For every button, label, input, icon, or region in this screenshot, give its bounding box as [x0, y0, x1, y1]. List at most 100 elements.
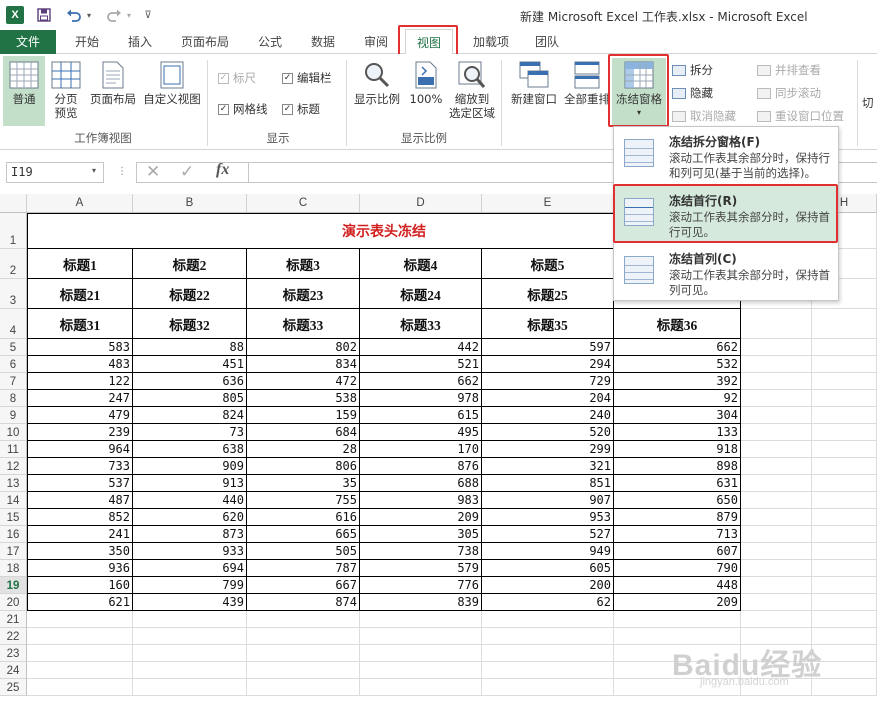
data-cell[interactable]: 799 [133, 577, 247, 594]
grid-cell[interactable] [482, 611, 614, 628]
data-cell[interactable]: 729 [482, 373, 614, 390]
headings-checkbox[interactable]: ✓ 标题 [282, 101, 320, 117]
grid-cell[interactable] [741, 373, 812, 390]
name-box-dropdown-icon[interactable]: ▾ [92, 166, 96, 175]
customize-quick-access-icon[interactable]: ⊽ [142, 7, 154, 23]
row-header[interactable]: 10 [0, 424, 27, 441]
page-layout-view-button[interactable]: 页面布局 [87, 61, 139, 106]
data-cell[interactable]: 662 [360, 373, 482, 390]
data-cell[interactable]: 483 [27, 356, 133, 373]
grid-cell[interactable] [360, 611, 482, 628]
row-header[interactable]: 14 [0, 492, 27, 509]
data-cell[interactable]: 933 [133, 543, 247, 560]
data-cell[interactable]: 834 [247, 356, 360, 373]
data-cell[interactable]: 852 [27, 509, 133, 526]
data-cell[interactable]: 160 [27, 577, 133, 594]
grid-cell[interactable] [482, 662, 614, 679]
header-cell[interactable]: 标题31 [27, 309, 133, 339]
data-cell[interactable]: 650 [614, 492, 741, 509]
grid-cell[interactable] [741, 424, 812, 441]
row-header[interactable]: 1 [0, 213, 27, 249]
row-header[interactable]: 3 [0, 279, 27, 309]
data-cell[interactable]: 873 [133, 526, 247, 543]
row-header[interactable]: 5 [0, 339, 27, 356]
data-cell[interactable]: 442 [360, 339, 482, 356]
data-cell[interactable]: 527 [482, 526, 614, 543]
header-cell[interactable]: 标题25 [482, 279, 614, 309]
grid-cell[interactable] [812, 543, 877, 560]
row-header[interactable]: 19 [0, 577, 27, 594]
data-cell[interactable]: 583 [27, 339, 133, 356]
grid-cell[interactable] [482, 645, 614, 662]
grid-cell[interactable] [812, 611, 877, 628]
data-cell[interactable]: 62 [482, 594, 614, 611]
data-cell[interactable]: 638 [133, 441, 247, 458]
data-cell[interactable]: 28 [247, 441, 360, 458]
data-cell[interactable]: 495 [360, 424, 482, 441]
formula-bar-checkbox[interactable]: ✓ 编辑栏 [282, 70, 332, 86]
custom-view-button[interactable]: 自定义视图 [141, 61, 203, 106]
row-header[interactable]: 22 [0, 628, 27, 645]
grid-cell[interactable] [27, 611, 133, 628]
grid-cell[interactable] [482, 628, 614, 645]
data-cell[interactable]: 321 [482, 458, 614, 475]
grid-cell[interactable] [812, 424, 877, 441]
row-header[interactable]: 17 [0, 543, 27, 560]
grid-cell[interactable] [27, 628, 133, 645]
data-cell[interactable]: 876 [360, 458, 482, 475]
data-cell[interactable]: 200 [482, 577, 614, 594]
grid-cell[interactable] [812, 339, 877, 356]
grid-cell[interactable] [27, 662, 133, 679]
data-cell[interactable]: 874 [247, 594, 360, 611]
header-cell[interactable]: 标题33 [360, 309, 482, 339]
data-cell[interactable]: 520 [482, 424, 614, 441]
data-cell[interactable]: 472 [247, 373, 360, 390]
grid-cell[interactable] [812, 509, 877, 526]
data-cell[interactable]: 597 [482, 339, 614, 356]
data-cell[interactable]: 802 [247, 339, 360, 356]
select-all-corner[interactable] [0, 194, 27, 213]
data-cell[interactable]: 73 [133, 424, 247, 441]
row-header[interactable]: 12 [0, 458, 27, 475]
data-cell[interactable]: 204 [482, 390, 614, 407]
row-header[interactable]: 13 [0, 475, 27, 492]
tab-file[interactable]: 文件 [0, 30, 56, 54]
header-cell[interactable]: 标题4 [360, 249, 482, 279]
data-cell[interactable]: 667 [247, 577, 360, 594]
data-cell[interactable]: 636 [133, 373, 247, 390]
row-header[interactable]: 16 [0, 526, 27, 543]
data-cell[interactable]: 479 [27, 407, 133, 424]
data-cell[interactable]: 964 [27, 441, 133, 458]
data-cell[interactable]: 607 [614, 543, 741, 560]
header-cell[interactable]: 标题2 [133, 249, 247, 279]
data-cell[interactable]: 806 [247, 458, 360, 475]
undo-dropdown-icon[interactable]: ▾ [84, 7, 94, 23]
arrange-all-button[interactable]: 全部重排 [561, 61, 613, 106]
data-cell[interactable]: 392 [614, 373, 741, 390]
header-cell[interactable]: 标题22 [133, 279, 247, 309]
data-cell[interactable]: 879 [614, 509, 741, 526]
data-cell[interactable]: 851 [482, 475, 614, 492]
grid-cell[interactable] [812, 458, 877, 475]
column-header[interactable]: A [27, 194, 133, 213]
name-box[interactable]: I19 [6, 162, 104, 183]
grid-cell[interactable] [741, 611, 812, 628]
data-cell[interactable]: 824 [133, 407, 247, 424]
data-cell[interactable]: 35 [247, 475, 360, 492]
grid-cell[interactable] [133, 662, 247, 679]
zoom-100-button[interactable]: 100% [406, 61, 446, 106]
data-cell[interactable]: 350 [27, 543, 133, 560]
header-cell[interactable]: 标题1 [27, 249, 133, 279]
grid-cell[interactable] [133, 679, 247, 696]
grid-cell[interactable] [741, 458, 812, 475]
data-cell[interactable]: 579 [360, 560, 482, 577]
header-cell[interactable]: 标题23 [247, 279, 360, 309]
grid-cell[interactable] [741, 309, 812, 339]
zoom-button[interactable]: 显示比例 [350, 61, 404, 106]
data-cell[interactable]: 694 [133, 560, 247, 577]
data-cell[interactable]: 487 [27, 492, 133, 509]
header-cell[interactable]: 标题5 [482, 249, 614, 279]
data-cell[interactable]: 949 [482, 543, 614, 560]
column-header[interactable]: E [482, 194, 614, 213]
grid-cell[interactable] [741, 492, 812, 509]
